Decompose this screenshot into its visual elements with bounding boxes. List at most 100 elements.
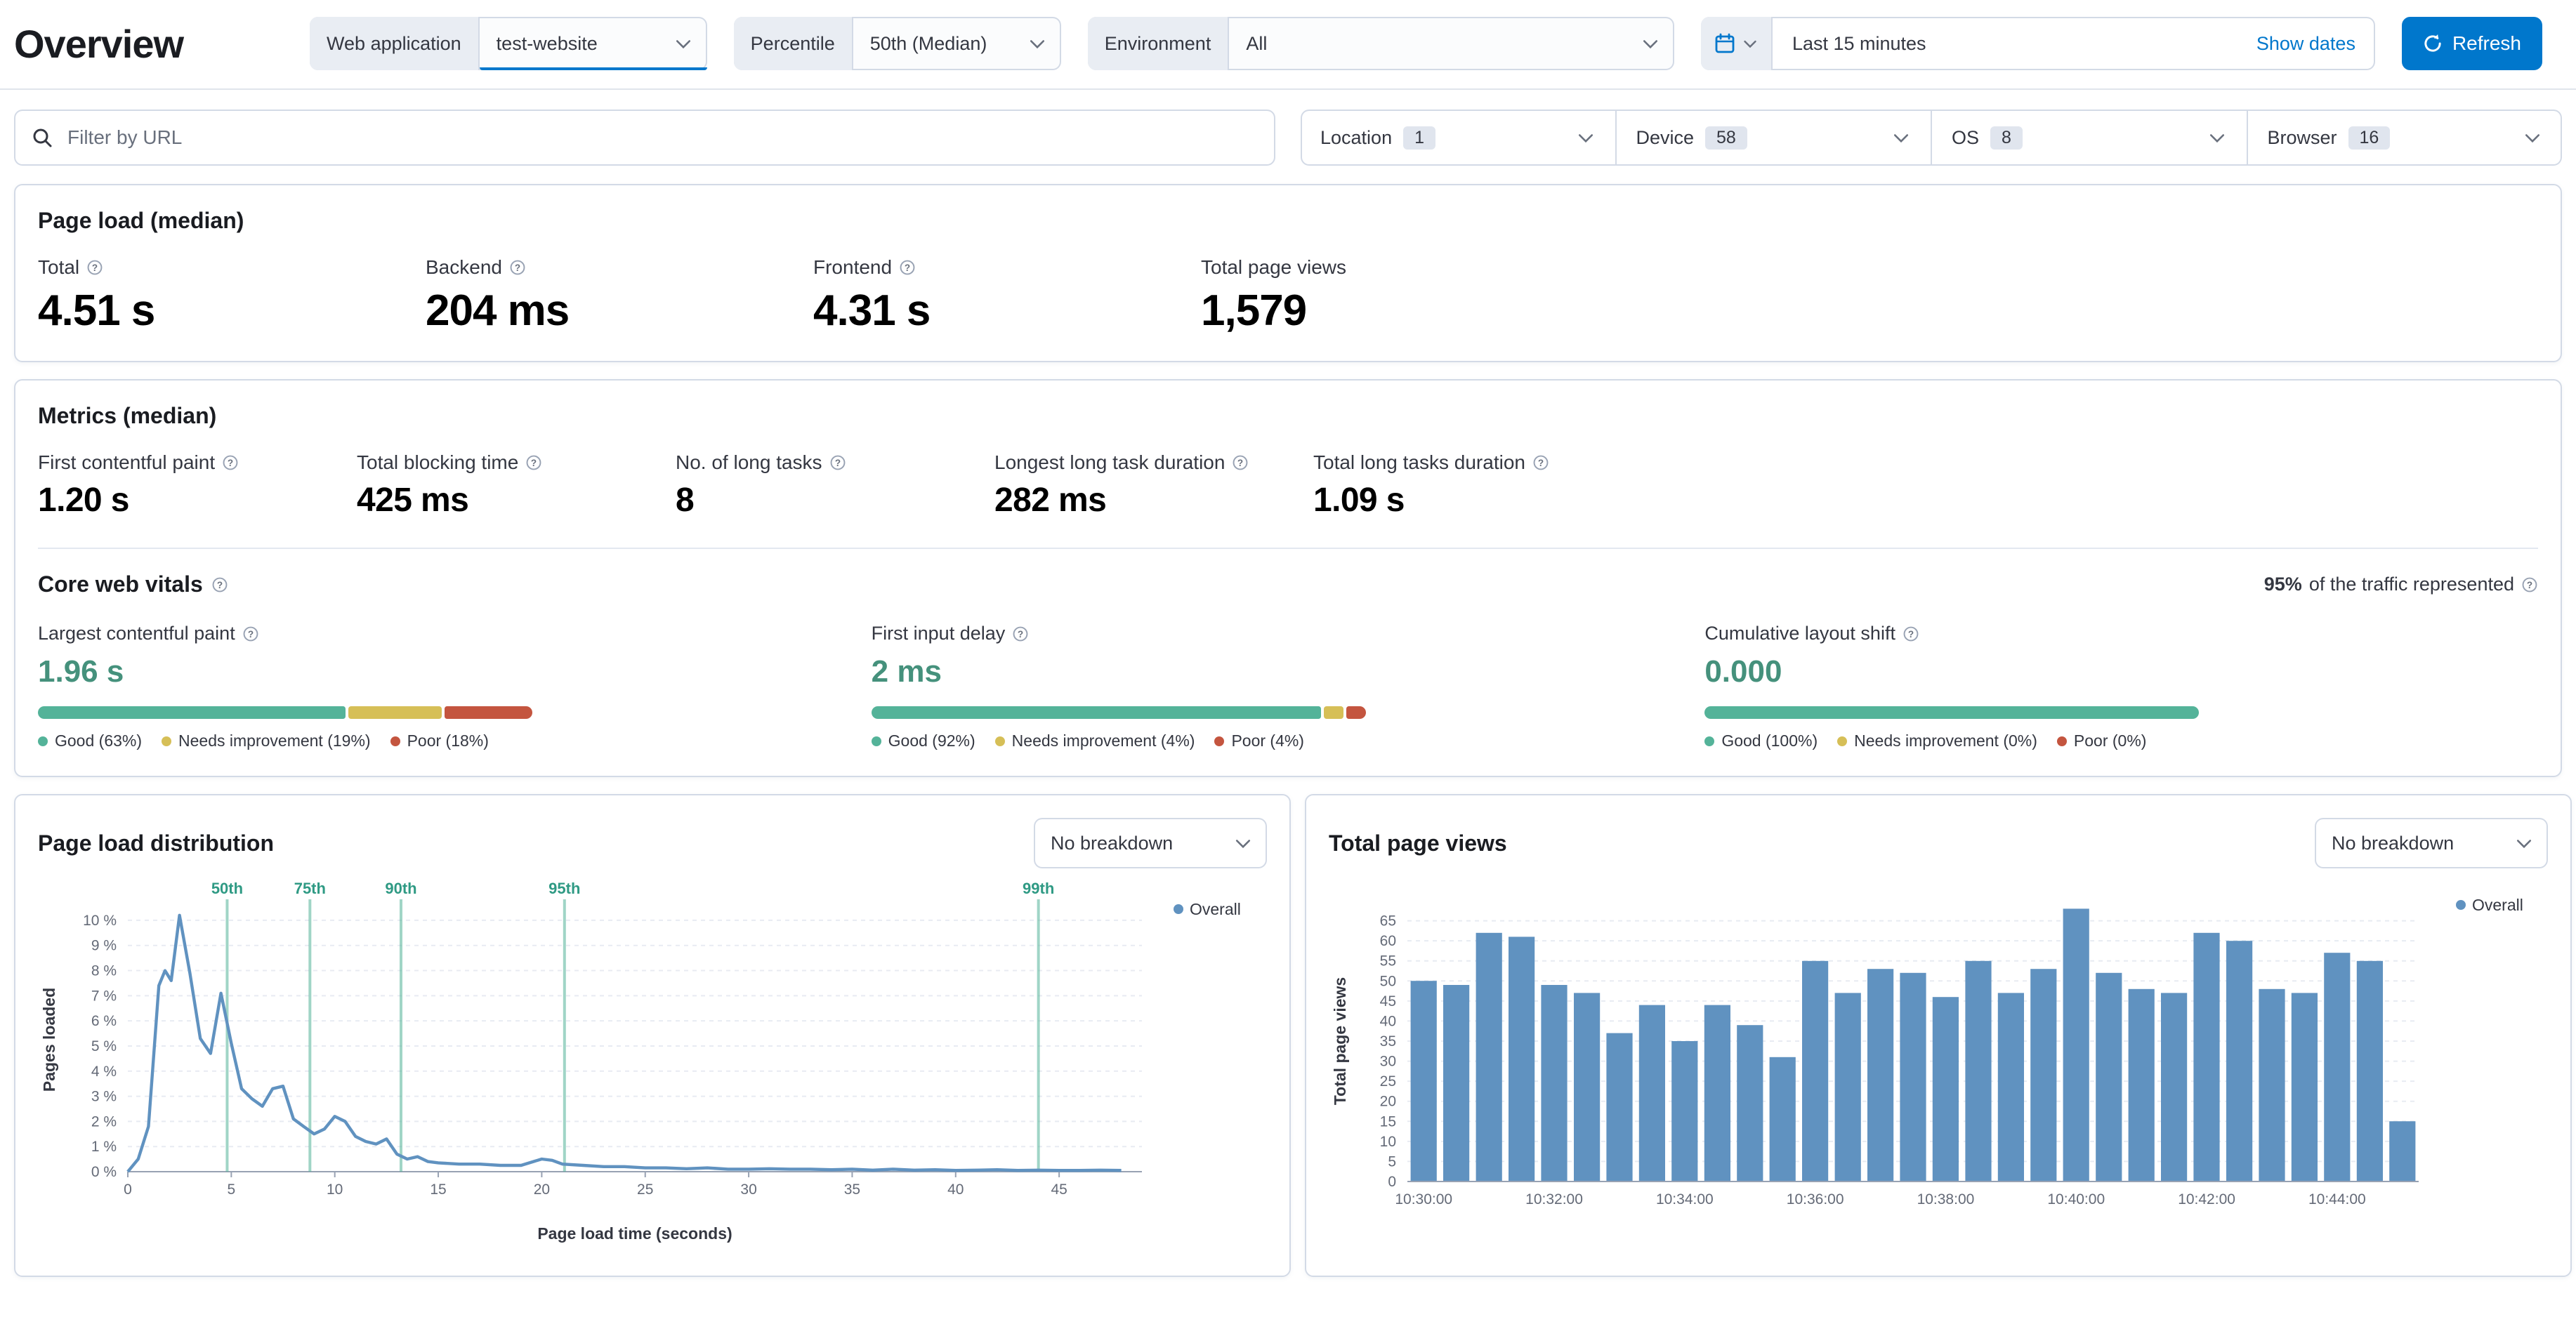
stat-label: Total page views: [1201, 256, 1347, 278]
stat-value: 425 ms: [357, 482, 469, 519]
filter-device-button[interactable]: Device 58: [1617, 110, 1932, 166]
environment-select[interactable]: All: [1229, 17, 1674, 70]
top-toolbar: Overview Web application test-website Pe…: [0, 0, 2576, 90]
chevron-down-icon: [1893, 134, 1909, 143]
stat-label: Total: [38, 256, 80, 278]
svg-text:50: 50: [1380, 973, 1396, 989]
info-icon[interactable]: ?: [242, 626, 259, 642]
stat-backend: Backend ? 204 ms: [426, 256, 813, 336]
percentile-select[interactable]: 50th (Median): [853, 17, 1061, 70]
chevron-down-icon: [1744, 40, 1756, 48]
svg-text:10:44:00: 10:44:00: [2308, 1191, 2366, 1207]
filter-location-button[interactable]: Location 1: [1301, 110, 1617, 166]
svg-text:40: 40: [947, 1182, 964, 1198]
breakdown-select[interactable]: No breakdown: [1034, 818, 1267, 868]
toolbar-controls: Web application test-website Percentile …: [310, 17, 2542, 70]
total-page-views-panel: Total page views No breakdown 0 5 10 15 20 25…: [1305, 794, 2572, 1277]
svg-text:?: ?: [228, 458, 233, 468]
info-icon[interactable]: ?: [1532, 454, 1549, 471]
svg-text:30: 30: [1380, 1054, 1396, 1070]
svg-text:25: 25: [637, 1182, 653, 1198]
svg-text:?: ?: [217, 579, 223, 590]
url-filter-input[interactable]: [14, 110, 1275, 166]
svg-text:15: 15: [430, 1182, 446, 1198]
stat-value: 8: [676, 482, 695, 519]
filter-os-button[interactable]: OS 8: [1932, 110, 2248, 166]
svg-text:10: 10: [1380, 1134, 1396, 1150]
quick-select-button[interactable]: [1700, 17, 1773, 70]
svg-text:5 %: 5 %: [91, 1038, 117, 1054]
page-load-distribution-panel: Page load distribution No breakdown 0 % 1…: [14, 794, 1291, 1277]
filter-browser-button[interactable]: Browser 16: [2248, 110, 2563, 166]
web-application-select[interactable]: test-website: [479, 17, 707, 70]
breakdown-select[interactable]: No breakdown: [2315, 818, 2548, 868]
svg-text:Overall: Overall: [1190, 900, 1241, 918]
svg-text:30: 30: [740, 1182, 756, 1198]
svg-text:?: ?: [834, 458, 840, 468]
stat-label: Frontend: [813, 256, 893, 278]
chevron-down-icon: [1643, 40, 1658, 49]
info-icon[interactable]: ?: [222, 454, 239, 471]
info-icon[interactable]: ?: [211, 576, 228, 593]
total-page-views-chart: 0 5 10 15 20 25 30 35 40 45 50 55 60 65 10:30:00 10:32:…: [1331, 896, 2523, 1207]
vital-label: First input delay: [871, 623, 1006, 644]
time-range-value[interactable]: Last 15 minutes: [1773, 17, 2237, 70]
refresh-button[interactable]: Refresh: [2401, 17, 2542, 70]
info-icon[interactable]: ?: [1012, 626, 1029, 642]
info-icon[interactable]: ?: [829, 454, 846, 471]
svg-text:55: 55: [1380, 953, 1396, 969]
show-dates-button[interactable]: Show dates: [2237, 17, 2375, 70]
filter-label: Browser: [2267, 126, 2337, 148]
info-icon[interactable]: ?: [509, 259, 526, 276]
charts-row: Page load distribution No breakdown 0 % 1…: [14, 794, 2572, 1277]
info-icon[interactable]: ?: [525, 454, 542, 471]
stat-value: 4.51 s: [38, 286, 155, 335]
svg-text:99th: 99th: [1023, 880, 1054, 897]
vital-value: 2 ms: [871, 654, 942, 689]
filter-count-badge: 8: [1990, 126, 2023, 150]
svg-text:10 %: 10 %: [83, 913, 117, 929]
svg-text:6 %: 6 %: [91, 1013, 117, 1029]
page-load-distribution-chart: 0 % 1 % 2 % 3 % 4 % 5 % 6 % 7 % 8 % 9 % 10 % 0 5 10 15…: [40, 880, 1241, 1243]
environment-control: Environment All: [1087, 17, 1674, 70]
svg-text:35: 35: [844, 1182, 860, 1198]
core-web-vitals-title: Core web vitals ?: [38, 571, 228, 597]
date-picker: Last 15 minutes Show dates: [1700, 17, 2375, 70]
svg-text:95th: 95th: [548, 880, 580, 897]
chevron-down-icon: [1235, 840, 1251, 849]
svg-text:?: ?: [1908, 628, 1914, 639]
needs-improvement-dot: [994, 736, 1005, 746]
stat-total-page-views: Total page views 1,579: [1201, 256, 1589, 336]
stat-value: 1,579: [1201, 286, 1307, 335]
svg-text:1 %: 1 %: [91, 1139, 117, 1155]
chevron-down-icon: [1578, 134, 1593, 143]
info-icon[interactable]: ?: [899, 259, 916, 276]
poor-dot: [2056, 736, 2067, 746]
refresh-icon: [2424, 34, 2441, 52]
web-application-value: test-website: [496, 32, 598, 54]
filter-bar: Location 1 Device 58 OS 8 Browser 16: [0, 90, 2576, 184]
stat-label: Backend: [426, 256, 502, 278]
svg-text:50th: 50th: [211, 880, 243, 897]
info-icon[interactable]: ?: [1903, 626, 1919, 642]
svg-text:10:40:00: 10:40:00: [2047, 1191, 2105, 1207]
filter-count-badge: 1: [1403, 126, 1435, 150]
stat-value: 1.09 s: [1313, 482, 1405, 519]
chevron-down-icon: [2525, 134, 2540, 143]
info-icon[interactable]: ?: [86, 259, 103, 276]
web-application-control: Web application test-website: [310, 17, 707, 70]
svg-text:10:36:00: 10:36:00: [1787, 1191, 1844, 1207]
info-icon[interactable]: ?: [2521, 576, 2538, 593]
good-dot: [1704, 736, 1715, 746]
info-icon[interactable]: ?: [1232, 454, 1249, 471]
vital-label: Cumulative layout shift: [1704, 623, 1895, 644]
stat-label: No. of long tasks: [676, 451, 822, 473]
vital-distribution-bar: [871, 706, 1366, 719]
stat-total-long-tasks: Total long tasks duration ? 1.09 s: [1313, 451, 1632, 519]
vital-distribution-bar: [38, 706, 532, 719]
stat-value: 4.31 s: [813, 286, 931, 335]
filter-label: OS: [1952, 126, 1980, 148]
svg-text:?: ?: [92, 263, 98, 273]
vital-fid: First input delay ? 2 ms Good (92%) Need…: [871, 623, 1705, 750]
page-load-stats: Total ? 4.51 s Backend ? 204 ms Frontend…: [38, 256, 2538, 336]
